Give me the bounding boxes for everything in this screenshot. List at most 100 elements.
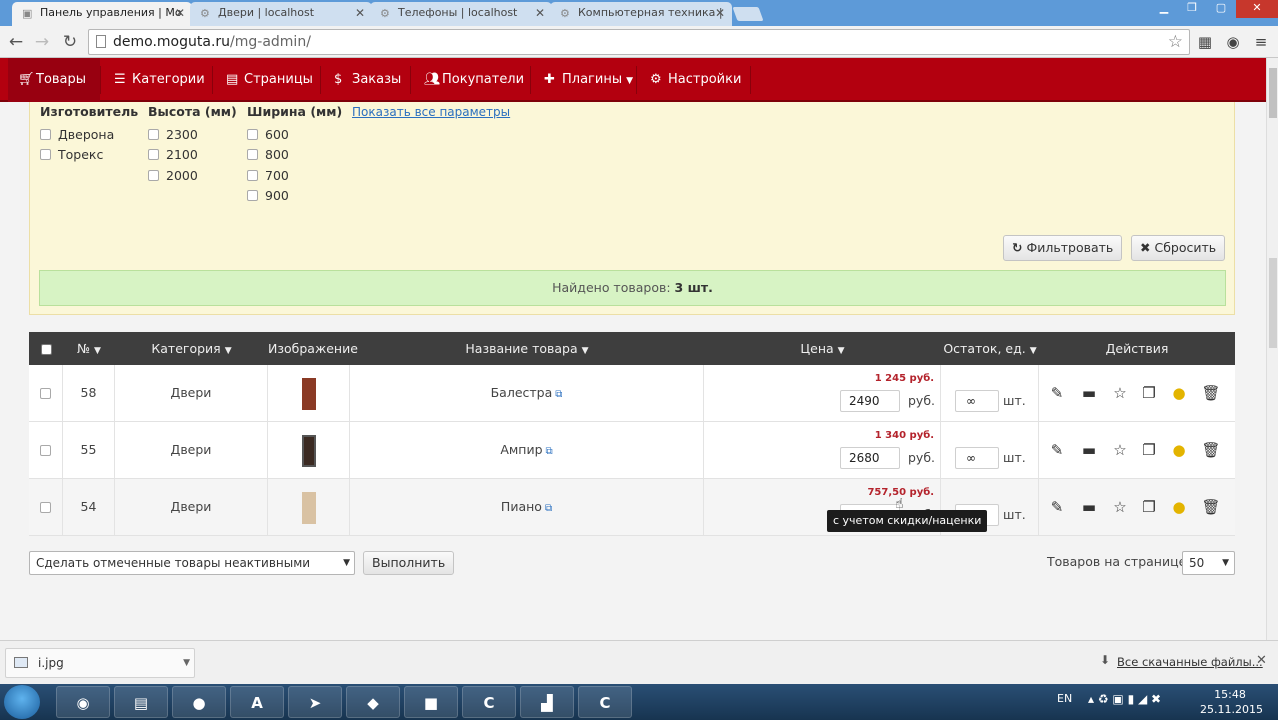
tab-phones[interactable]: ⚙ Телефоны | localhost ✕ [370, 2, 552, 26]
close-window-icon[interactable]: ✕ [1236, 0, 1278, 18]
edit-icon[interactable]: ✎ [1047, 497, 1067, 517]
nav-products[interactable]: 🛒︎Товары [8, 58, 100, 102]
language-indicator[interactable]: EN [1057, 692, 1072, 705]
external-link-icon[interactable]: ⧉ [545, 481, 552, 537]
price-input[interactable]: 2490 [840, 390, 900, 412]
product-name[interactable]: Пиано [501, 499, 542, 514]
bookmark-star-icon[interactable]: ☆ [1168, 32, 1183, 52]
page-scrollbar[interactable] [1266, 58, 1278, 640]
back-icon[interactable]: ← [5, 31, 27, 53]
nav-plugins[interactable]: ✚ Плагины ▼ [534, 58, 636, 102]
row-checkbox[interactable] [40, 388, 51, 399]
visibility-toggle-icon[interactable]: ▬ [1079, 497, 1099, 517]
maximize-icon[interactable]: ▢ [1206, 0, 1236, 18]
filter-option[interactable]: 600 [247, 124, 342, 145]
checkbox[interactable] [148, 149, 159, 161]
checkbox[interactable] [40, 128, 51, 140]
checkbox[interactable] [148, 169, 159, 181]
download-item[interactable]: i.jpg ▼ [5, 648, 195, 678]
tab-doors[interactable]: ⚙ Двери | localhost ✕ [190, 2, 372, 26]
copy-icon[interactable]: ❐ [1139, 440, 1159, 460]
new-tab-button[interactable] [732, 7, 764, 21]
copy-icon[interactable]: ❐ [1139, 497, 1159, 517]
filter-option[interactable]: 2100 [148, 145, 237, 166]
row-checkbox[interactable] [40, 502, 51, 513]
header-name[interactable]: Название товара ▼ [350, 332, 704, 365]
tab-computers[interactable]: ⚙ Компьютерная техника | ✕ [550, 2, 732, 26]
product-name[interactable]: Ампир [500, 442, 542, 457]
close-tab-icon[interactable]: ✕ [715, 6, 725, 20]
external-link-icon[interactable]: ⧉ [546, 424, 553, 480]
close-tab-icon[interactable]: ✕ [175, 6, 185, 20]
filter-option[interactable]: 700 [247, 165, 342, 186]
nav-settings[interactable]: ⚙ Настройки [640, 58, 750, 102]
filter-option[interactable]: Торекс [40, 145, 138, 166]
stock-input[interactable]: ∞ [955, 447, 999, 469]
header-category[interactable]: Категория ▼ [115, 332, 268, 365]
filter-option[interactable]: 800 [247, 145, 342, 166]
camtasia-taskbar-icon[interactable]: C [462, 686, 516, 718]
nav-orders[interactable]: $ Заказы [324, 58, 410, 102]
reset-button[interactable]: ✖ Сбросить [1131, 235, 1226, 261]
product-name[interactable]: Балестра [491, 385, 553, 400]
minimize-icon[interactable]: ▁ [1150, 0, 1178, 18]
product-thumbnail[interactable] [301, 491, 316, 524]
visibility-toggle-icon[interactable]: ▬ [1079, 383, 1099, 403]
reload-icon[interactable]: ↻ [59, 31, 81, 53]
visibility-toggle-icon[interactable]: ▬ [1079, 440, 1099, 460]
checkbox[interactable] [247, 149, 258, 161]
url-bar[interactable]: demo.moguta.ru/mg-admin/ ☆ [88, 29, 1190, 55]
notes-taskbar-icon[interactable]: ◆ [346, 686, 400, 718]
edit-icon[interactable]: ✎ [1047, 440, 1067, 460]
select-all-checkbox[interactable] [40, 344, 52, 355]
close-icon[interactable]: ✕ [1256, 653, 1267, 668]
checkbox[interactable] [148, 128, 159, 140]
filter-option[interactable]: 2300 [148, 124, 237, 145]
star-icon[interactable]: ☆ [1110, 497, 1130, 517]
menu-icon[interactable]: ≡ [1250, 31, 1272, 53]
bulk-action-select[interactable]: Сделать отмеченные товары неактивными ▼ [29, 551, 355, 575]
trash-icon[interactable]: 🗑︎ [1201, 383, 1221, 403]
forward-icon[interactable]: → [31, 31, 53, 53]
external-link-icon[interactable]: ⧉ [555, 367, 562, 423]
chrome-taskbar-icon[interactable]: ◉ [56, 686, 110, 718]
nav-pages[interactable]: ▤ Страницы [216, 58, 320, 102]
explorer-taskbar-icon[interactable]: ▤ [114, 686, 168, 718]
header-stock[interactable]: Остаток, ед. ▼ [941, 332, 1039, 365]
lightbulb-icon[interactable]: ● [1169, 383, 1189, 403]
header-num[interactable]: № ▼ [63, 332, 115, 365]
row-checkbox[interactable] [40, 445, 51, 456]
tray-icons[interactable]: ▴ ♻ ▣ ▮ ◢ ✖ [1088, 692, 1161, 706]
camtasia-recorder-taskbar-icon[interactable]: C [578, 686, 632, 718]
show-all-params-link[interactable]: Показать все параметры [352, 105, 510, 119]
font-app-taskbar-icon[interactable]: A [230, 686, 284, 718]
stock-input[interactable]: ∞ [955, 390, 999, 412]
box-app-taskbar-icon[interactable]: ■ [404, 686, 458, 718]
lightbulb-icon[interactable]: ● [1169, 440, 1189, 460]
filter-button[interactable]: ↻ Фильтровать [1003, 235, 1123, 261]
tab-admin[interactable]: ▣ Панель управления | Mo ✕ [12, 2, 192, 26]
system-clock[interactable]: 15:48 25.11.2015 [1200, 687, 1263, 717]
product-thumbnail[interactable] [301, 377, 316, 410]
checkbox[interactable] [247, 190, 258, 202]
filter-option[interactable]: 2000 [148, 165, 237, 186]
checkbox[interactable] [40, 149, 51, 161]
edit-icon[interactable]: ✎ [1047, 383, 1067, 403]
caret-down-icon[interactable]: ▼ [183, 649, 190, 677]
trash-icon[interactable]: 🗑︎ [1201, 497, 1221, 517]
restore-icon[interactable]: ❐ [1178, 0, 1206, 18]
close-tab-icon[interactable]: ✕ [355, 6, 365, 20]
cursor-app-taskbar-icon[interactable]: ➤ [288, 686, 342, 718]
extension-icon[interactable]: ▦ [1194, 31, 1216, 53]
filter-option[interactable]: Дверона [40, 124, 138, 145]
checkbox[interactable] [247, 169, 258, 181]
header-price[interactable]: Цена ▼ [704, 332, 941, 365]
firefox-taskbar-icon[interactable]: ● [172, 686, 226, 718]
star-icon[interactable]: ☆ [1110, 383, 1130, 403]
price-input[interactable]: 2680 [840, 447, 900, 469]
star-icon[interactable]: ☆ [1110, 440, 1130, 460]
scrollbar-thumb[interactable] [1269, 68, 1277, 118]
nav-categories[interactable]: ☰ Категории [104, 58, 212, 102]
all-downloads-link[interactable]: Все скачанные файлы... [1117, 655, 1263, 669]
nav-customers[interactable]: 👥︎Покупатели [414, 58, 528, 102]
